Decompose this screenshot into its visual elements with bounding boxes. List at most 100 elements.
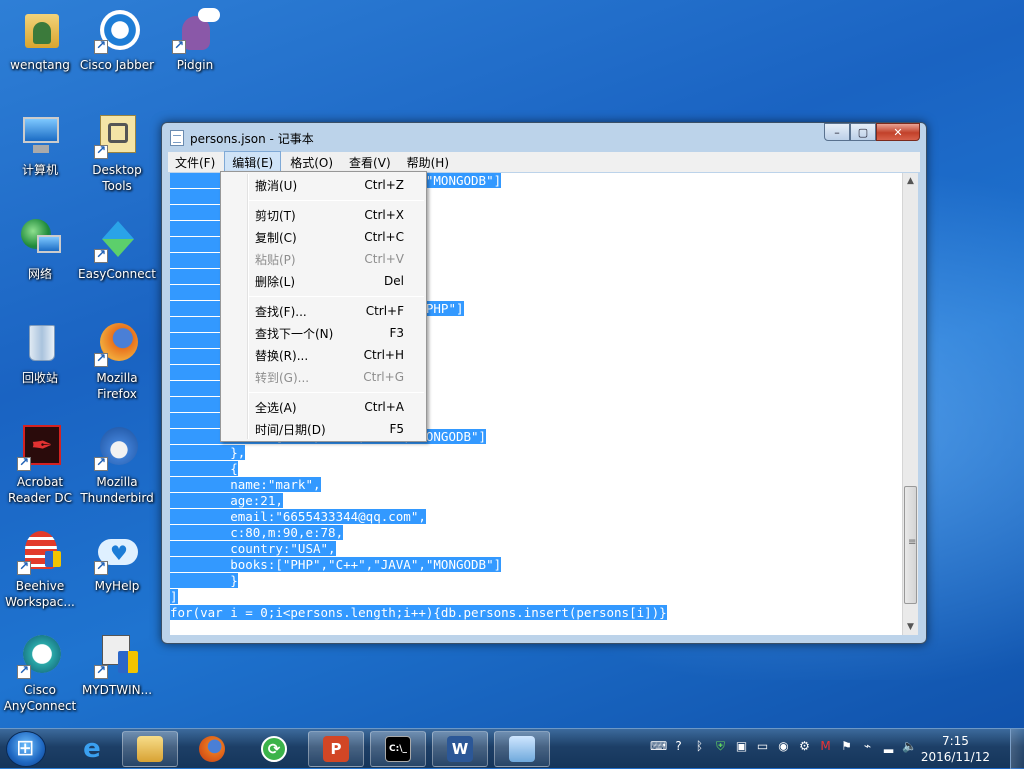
shortcut-arrow-icon [94, 38, 108, 54]
menu-goto[interactable]: 转到(G)... Ctrl+G [221, 366, 426, 388]
desktop-icon-easyconnect[interactable]: EasyConnect [77, 217, 157, 282]
monitor-icon[interactable]: ▭ [755, 739, 770, 754]
menu-paste[interactable]: 粘贴(P) Ctrl+V [221, 248, 426, 270]
myhelp-icon: ♥ [94, 529, 140, 575]
desktop-icon-mydtwin[interactable]: MYDTWIN... [77, 633, 157, 698]
minimize-button[interactable]: – [824, 123, 850, 141]
menu-select-all[interactable]: 全选(A) Ctrl+A [221, 396, 426, 418]
shortcut-arrow-icon [17, 559, 31, 575]
close-button[interactable]: ✕ [876, 123, 920, 141]
anyconnect-icon [17, 633, 63, 679]
desktop-icon-thunderbird[interactable]: Mozilla Thunderbird [77, 425, 157, 506]
taskbar-notepad[interactable] [494, 731, 550, 767]
desktop-icon-label: Mozilla Firefox [96, 371, 138, 401]
mcafee-icon[interactable]: M [818, 739, 833, 754]
desktop-icon-label: Cisco Jabber [79, 58, 155, 72]
menu-copy-label: 复制(C) [255, 230, 297, 245]
menu-undo[interactable]: 撤消(U) Ctrl+Z [221, 174, 426, 196]
desktop-icon-computer[interactable]: 计算机 [0, 113, 80, 178]
menu-paste-shortcut: Ctrl+V [364, 252, 404, 266]
desktop-icon-pidgin[interactable]: Pidgin [155, 8, 235, 73]
menu-help[interactable]: 帮助(H) [400, 152, 456, 173]
start-button[interactable] [6, 731, 46, 767]
desktop-icon-label: Cisco AnyConnect [3, 683, 77, 713]
vpn-icon[interactable]: ⚙ [797, 739, 812, 754]
menu-time-date[interactable]: 时间/日期(D) F5 [221, 418, 426, 440]
menu-file[interactable]: 文件(F) [168, 152, 222, 173]
scroll-thumb[interactable] [904, 486, 917, 604]
desktop-icon-cisco-anyconnect[interactable]: Cisco AnyConnect [0, 633, 80, 714]
menu-time-date-label: 时间/日期(D) [255, 422, 326, 437]
taskbar-easyconnect[interactable]: ⟳ [246, 731, 302, 767]
network-globe-icon[interactable]: ◉ [776, 739, 791, 754]
help-icon[interactable]: ? [671, 739, 686, 754]
easyconnect-icon [94, 217, 140, 263]
desktop-icon-label: EasyConnect [78, 267, 156, 281]
window-title: persons.json - 记事本 [190, 132, 314, 146]
desktop-icon-label: 网络 [27, 267, 52, 281]
selected-text: books:["PHP","C++","JAVA","MONGODB"] [170, 557, 502, 572]
window-titlebar[interactable]: persons.json - 记事本 – ▢ ✕ [162, 123, 926, 151]
selected-text: for(var i = 0;i<persons.length;i++){db.p… [170, 605, 667, 620]
shield-icon[interactable]: ⛨ [713, 739, 728, 754]
notepad-icon [509, 736, 535, 762]
bluetooth-icon[interactable]: ᛒ [692, 739, 707, 754]
desktop-icon-recycle-bin[interactable]: 回收站 [0, 321, 80, 386]
taskbar-cmd[interactable]: C:\_ [370, 731, 426, 767]
menu-view[interactable]: 查看(V) [342, 152, 398, 173]
menu-cut-shortcut: Ctrl+X [364, 208, 404, 222]
system-tray: ⌨ ? ᛒ ⛨ ▣ ▭ ◉ ⚙ M ⚑ ⌁ ▂ 🔈 [650, 739, 917, 754]
desktop-icon-myhelp[interactable]: ♥ MyHelp [77, 529, 157, 594]
menu-delete[interactable]: 删除(L) Del [221, 270, 426, 292]
taskbar-word[interactable]: W [432, 731, 488, 767]
command-prompt-icon: C:\_ [385, 736, 411, 762]
power-icon[interactable]: ⌁ [860, 739, 875, 754]
taskbar-ie[interactable]: e [64, 731, 120, 767]
taskbar-powerpoint[interactable]: P [308, 731, 364, 767]
flag-icon[interactable]: ⚑ [839, 739, 854, 754]
shortcut-arrow-icon [17, 663, 31, 679]
menu-cut[interactable]: 剪切(T) Ctrl+X [221, 204, 426, 226]
taskbar-firefox[interactable] [184, 731, 240, 767]
desktop-icon-desktop-tools[interactable]: Desktop Tools [77, 113, 157, 194]
desktop-icon-cisco-jabber[interactable]: Cisco Jabber [77, 8, 157, 73]
scroll-down-icon[interactable]: ▼ [903, 619, 918, 635]
menu-find-next[interactable]: 查找下一个(N) F3 [221, 322, 426, 344]
desktop-icon-label: Beehive Workspac... [5, 579, 75, 609]
jabber-icon [94, 8, 140, 54]
taskbar-explorer[interactable] [122, 731, 178, 767]
menu-goto-shortcut: Ctrl+G [363, 370, 404, 384]
menu-delete-label: 删除(L) [255, 274, 296, 289]
volume-icon[interactable]: 🔈 [902, 739, 917, 754]
menu-copy[interactable]: 复制(C) Ctrl+C [221, 226, 426, 248]
menu-copy-shortcut: Ctrl+C [364, 230, 404, 244]
firefox-icon [94, 321, 140, 367]
maximize-button[interactable]: ▢ [850, 123, 876, 141]
device-icon[interactable]: ▣ [734, 739, 749, 754]
shortcut-arrow-icon [94, 455, 108, 471]
vertical-scrollbar[interactable]: ▲ ▼ [902, 173, 918, 635]
signal-icon[interactable]: ▂ [881, 739, 896, 754]
desktop-icon-acrobat[interactable]: ✒ Acrobat Reader DC [0, 425, 80, 506]
keyboard-icon[interactable]: ⌨ [650, 739, 667, 754]
taskbar-clock[interactable]: 7:15 2016/11/12 [921, 733, 990, 765]
selected-text: c:80,m:90,e:78, [170, 525, 344, 540]
menu-select-all-label: 全选(A) [255, 400, 297, 415]
shortcut-arrow-icon [17, 455, 31, 471]
desktop-icon-network[interactable]: 网络 [0, 217, 80, 282]
desktop-icon-firefox[interactable]: Mozilla Firefox [77, 321, 157, 402]
menu-find[interactable]: 查找(F)... Ctrl+F [221, 300, 426, 322]
scroll-up-icon[interactable]: ▲ [903, 173, 918, 189]
selected-text: ] [170, 589, 178, 604]
desktop-icon-label: Pidgin [176, 58, 214, 72]
editor-line: { [170, 461, 902, 477]
desktop-icon-label: 计算机 [21, 163, 58, 177]
show-desktop-button[interactable] [1010, 729, 1024, 769]
internet-explorer-icon: e [83, 734, 101, 764]
desktop-icon-beehive[interactable]: Beehive Workspac... [0, 529, 80, 610]
menu-find-shortcut: Ctrl+F [365, 304, 404, 318]
desktop-icon-wenqtang[interactable]: wenqtang [0, 8, 80, 73]
menu-format[interactable]: 格式(O) [283, 152, 340, 173]
menu-replace[interactable]: 替换(R)... Ctrl+H [221, 344, 426, 366]
shortcut-arrow-icon [94, 351, 108, 367]
